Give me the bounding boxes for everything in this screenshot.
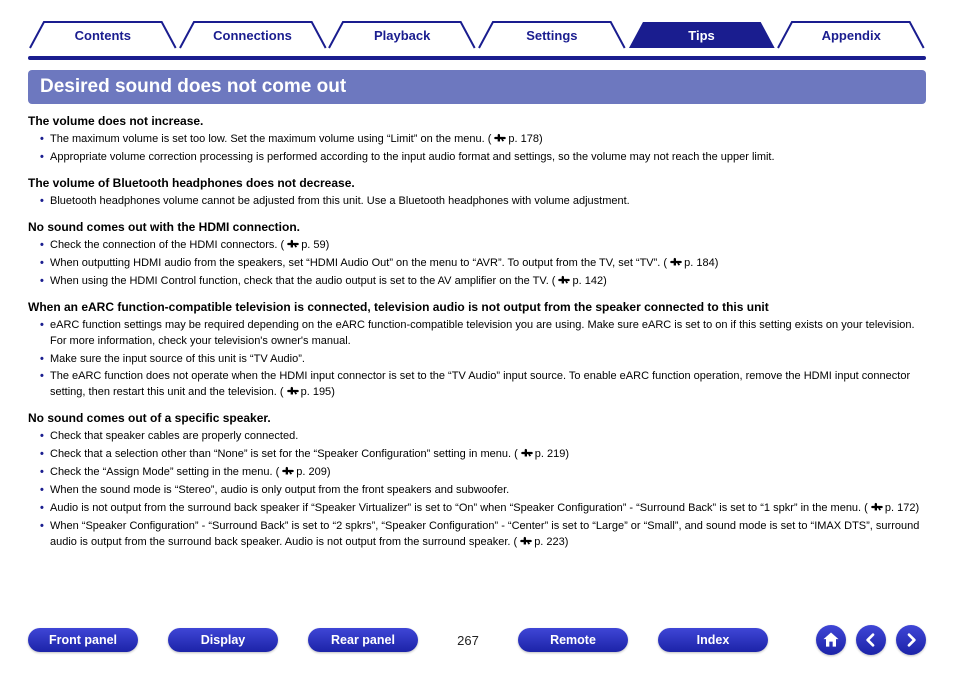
bullet-item: Check that speaker cables are properly c…	[50, 429, 926, 445]
bullet-list: The maximum volume is set too low. Set t…	[28, 132, 926, 166]
top-tabs: ContentsConnectionsPlaybackSettingsTipsA…	[28, 20, 926, 50]
bullet-text: When “Speaker Configuration” - “Surround…	[50, 520, 919, 548]
bullet-text: When outputting HDMI audio from the spea…	[50, 257, 660, 269]
bullet-text: Check the connection of the HDMI connect…	[50, 239, 277, 251]
bullet-item: eARC function settings may be required d…	[50, 318, 926, 350]
page-number: 267	[448, 633, 488, 648]
bullet-text: Check that a selection other than “None”…	[50, 448, 511, 460]
group-title: No sound comes out of a specific speaker…	[28, 411, 926, 425]
hand-pointing-icon	[669, 257, 683, 267]
bullet-text: When using the HDMI Control function, ch…	[50, 275, 549, 287]
arrow-right-icon[interactable]	[896, 625, 926, 655]
arrow-left-icon[interactable]	[856, 625, 886, 655]
bottom-bar: Front panel Display Rear panel 267 Remote Ind…	[28, 625, 926, 655]
bullet-item: When the sound mode is “Stereo”, audio i…	[50, 483, 926, 499]
hand-pointing-icon	[281, 466, 295, 476]
remote-button[interactable]: Remote	[518, 628, 628, 652]
bullet-item: The eARC function does not operate when …	[50, 369, 926, 401]
group-title: No sound comes out with the HDMI connect…	[28, 220, 926, 234]
bullet-text: The eARC function does not operate when …	[50, 370, 910, 398]
tab-appendix[interactable]: Appendix	[776, 20, 926, 50]
tab-settings[interactable]: Settings	[477, 20, 627, 50]
hand-pointing-icon	[519, 536, 533, 546]
hand-pointing-icon	[557, 275, 571, 285]
tab-playback[interactable]: Playback	[327, 20, 477, 50]
bullet-item: When using the HDMI Control function, ch…	[50, 274, 926, 290]
tab-connections[interactable]: Connections	[178, 20, 328, 50]
page-ref[interactable]: p. 142	[555, 275, 603, 287]
content-area: The volume does not increase. The maximum…	[28, 114, 926, 551]
page-ref[interactable]: p. 209	[279, 466, 327, 478]
page-ref[interactable]: p. 184	[667, 257, 715, 269]
hand-pointing-icon	[493, 133, 507, 143]
hand-pointing-icon	[870, 502, 884, 512]
bullet-text: Audio is not output from the surround ba…	[50, 502, 861, 514]
section-banner: Desired sound does not come out	[28, 70, 926, 104]
tab-tips[interactable]: Tips	[627, 20, 777, 50]
hand-pointing-icon	[520, 448, 534, 458]
front-panel-button[interactable]: Front panel	[28, 628, 138, 652]
bullet-item: Bluetooth headphones volume cannot be ad…	[50, 194, 926, 210]
tab-contents[interactable]: Contents	[28, 20, 178, 50]
bullet-text: Check the “Assign Mode” setting in the m…	[50, 466, 273, 478]
page-ref[interactable]: p. 195	[284, 386, 332, 398]
bullet-item: Check that a selection other than “None”…	[50, 447, 926, 463]
bullet-list: Check that speaker cables are properly c…	[28, 429, 926, 551]
nav-icons	[816, 625, 926, 655]
bullet-list: Check the connection of the HDMI connect…	[28, 238, 926, 290]
bullet-item: When “Speaker Configuration” - “Surround…	[50, 519, 926, 551]
bullet-text: The maximum volume is set too low. Set t…	[50, 133, 485, 145]
bullet-list: eARC function settings may be required d…	[28, 318, 926, 402]
bullet-item: The maximum volume is set too low. Set t…	[50, 132, 926, 148]
hand-pointing-icon	[286, 386, 300, 396]
page-ref[interactable]: p. 219	[518, 448, 566, 460]
page-ref[interactable]: p. 178	[491, 133, 539, 145]
bullet-item: Appropriate volume correction processing…	[50, 150, 926, 166]
bullet-text: Appropriate volume correction processing…	[50, 151, 775, 163]
bullet-list: Bluetooth headphones volume cannot be ad…	[28, 194, 926, 210]
bullet-item: When outputting HDMI audio from the spea…	[50, 256, 926, 272]
home-icon[interactable]	[816, 625, 846, 655]
bullet-item: Check the “Assign Mode” setting in the m…	[50, 465, 926, 481]
bullet-text: eARC function settings may be required d…	[50, 319, 915, 347]
group-title: The volume of Bluetooth headphones does …	[28, 176, 926, 190]
hand-pointing-icon	[286, 239, 300, 249]
bullet-item: Check the connection of the HDMI connect…	[50, 238, 926, 254]
page-ref[interactable]: p. 59	[284, 239, 325, 251]
bullet-text: Check that speaker cables are properly c…	[50, 430, 298, 442]
page-ref[interactable]: p. 223	[517, 536, 565, 548]
bullet-text: Make sure the input source of this unit …	[50, 353, 305, 365]
display-button[interactable]: Display	[168, 628, 278, 652]
bullet-item: Audio is not output from the surround ba…	[50, 501, 926, 517]
bullet-text: Bluetooth headphones volume cannot be ad…	[50, 195, 630, 207]
bullet-text: When the sound mode is “Stereo”, audio i…	[50, 484, 509, 496]
rear-panel-button[interactable]: Rear panel	[308, 628, 418, 652]
tab-underline	[28, 56, 926, 60]
index-button[interactable]: Index	[658, 628, 768, 652]
group-title: The volume does not increase.	[28, 114, 926, 128]
bullet-item: Make sure the input source of this unit …	[50, 352, 926, 368]
group-title: When an eARC function-compatible televis…	[28, 300, 926, 314]
page-ref[interactable]: p. 172	[868, 502, 916, 514]
